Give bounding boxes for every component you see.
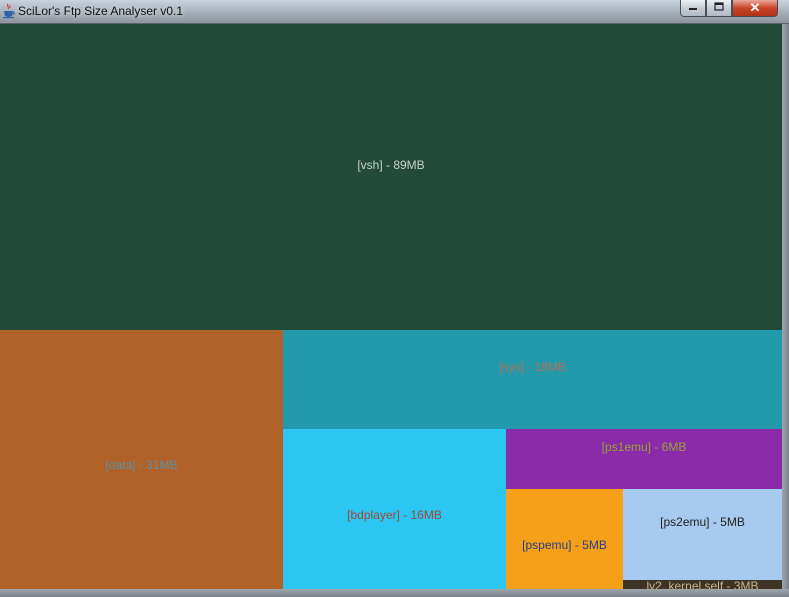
title-bar[interactable]: SciLor's Ftp Size Analyser v0.1 ✕ <box>0 0 789 24</box>
treemap-tile-sys[interactable]: [sys] - 18MB <box>283 330 782 429</box>
close-button[interactable]: ✕ <box>732 0 778 17</box>
window-controls: ✕ <box>680 0 780 17</box>
tile-label: [bdplayer] - 16MB <box>347 508 442 522</box>
treemap-tile-data[interactable]: [data] - 31MB <box>0 330 283 589</box>
window-title: SciLor's Ftp Size Analyser v0.1 <box>18 4 184 18</box>
tile-label: [sys] - 18MB <box>499 360 566 374</box>
minimize-icon <box>688 3 698 14</box>
tile-label: lv2_kernel.self - 3MB <box>646 580 759 589</box>
treemap-tile-lv2-kernel[interactable]: lv2_kernel.self - 3MB <box>623 580 782 589</box>
minimize-button[interactable] <box>680 0 706 17</box>
app-window: SciLor's Ftp Size Analyser v0.1 ✕ [vsh] … <box>0 0 789 597</box>
treemap-tile-ps1emu[interactable]: [ps1emu] - 6MB <box>506 429 782 489</box>
window-frame-bottom[interactable] <box>0 589 789 597</box>
java-cup-icon[interactable] <box>2 3 16 19</box>
tile-label: [ps1emu] - 6MB <box>601 440 687 454</box>
tile-label: [pspemu] - 5MB <box>522 538 607 552</box>
window-frame-right[interactable] <box>782 24 789 597</box>
treemap-view: [vsh] - 89MB [data] - 31MB [sys] - 18MB … <box>0 24 782 589</box>
tile-label: [ps2emu] - 5MB <box>660 515 745 529</box>
treemap-tile-bdplayer[interactable]: [bdplayer] - 16MB <box>283 429 506 589</box>
tile-label: [vsh] - 89MB <box>357 158 425 172</box>
maximize-button[interactable] <box>706 0 732 17</box>
treemap-tile-vsh[interactable]: [vsh] - 89MB <box>0 24 782 330</box>
maximize-icon <box>714 2 724 14</box>
close-icon: ✕ <box>749 0 761 15</box>
tile-label: [data] - 31MB <box>105 458 178 472</box>
treemap-tile-ps2emu[interactable]: [ps2emu] - 5MB <box>623 489 782 584</box>
treemap-tile-pspemu[interactable]: [pspemu] - 5MB <box>506 489 623 589</box>
